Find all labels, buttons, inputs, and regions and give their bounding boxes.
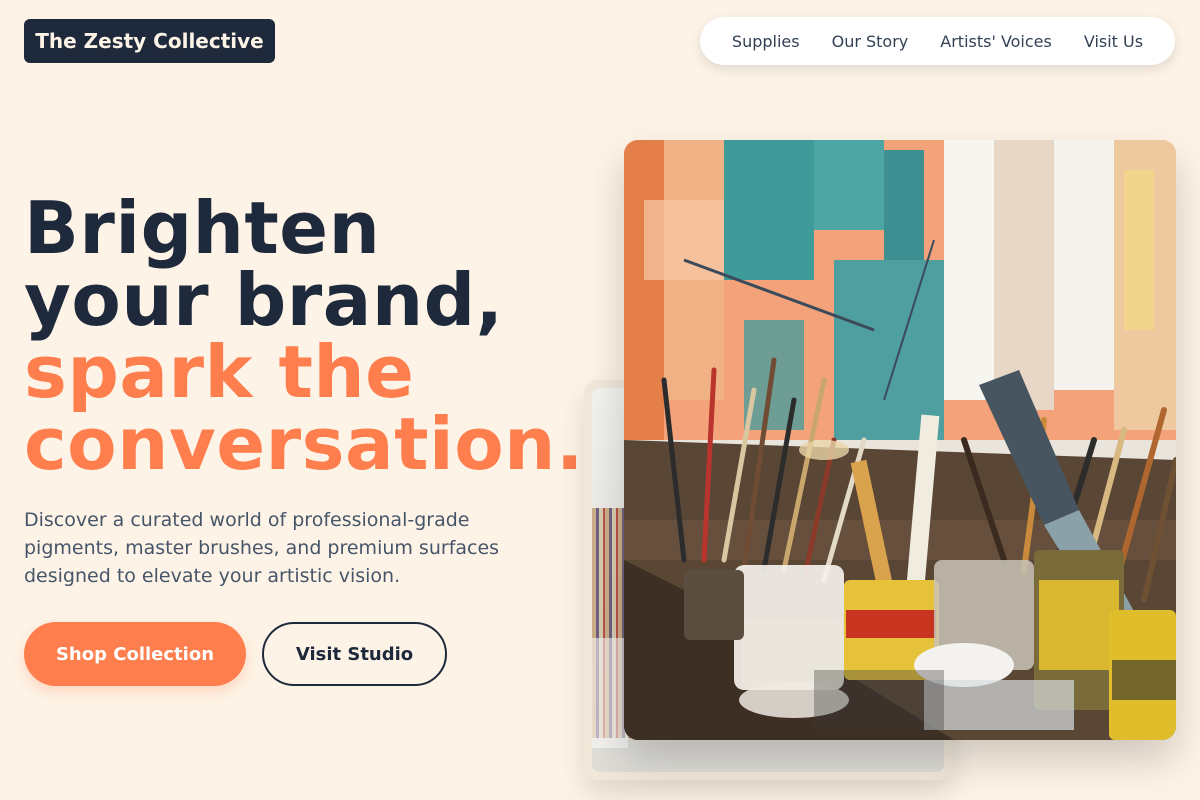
headline-line-1: Brighten	[24, 186, 381, 270]
headline-line-2: your brand,	[24, 258, 504, 342]
artist-studio-photo	[624, 140, 1176, 740]
nav-item-artists-voices[interactable]: Artists' Voices	[940, 32, 1052, 51]
nav-item-visit-us[interactable]: Visit Us	[1084, 32, 1143, 51]
nav-item-our-story[interactable]: Our Story	[832, 32, 909, 51]
visit-studio-button[interactable]: Visit Studio	[262, 622, 447, 686]
hero-headline: Brighten your brand, spark the conversat…	[24, 192, 584, 480]
shop-collection-button[interactable]: Shop Collection	[24, 622, 246, 686]
studio-illustration	[624, 140, 1176, 740]
hero-subtitle: Discover a curated world of professional…	[24, 509, 500, 587]
headline-accent-line-2: conversation.	[24, 402, 584, 486]
headline-accent-line-1: spark the	[24, 330, 415, 414]
nav-item-supplies[interactable]: Supplies	[732, 32, 800, 51]
jar-detail	[592, 638, 628, 748]
brand-logo[interactable]: The Zesty Collective	[24, 19, 275, 63]
main-nav: Supplies Our Story Artists' Voices Visit…	[700, 17, 1175, 65]
